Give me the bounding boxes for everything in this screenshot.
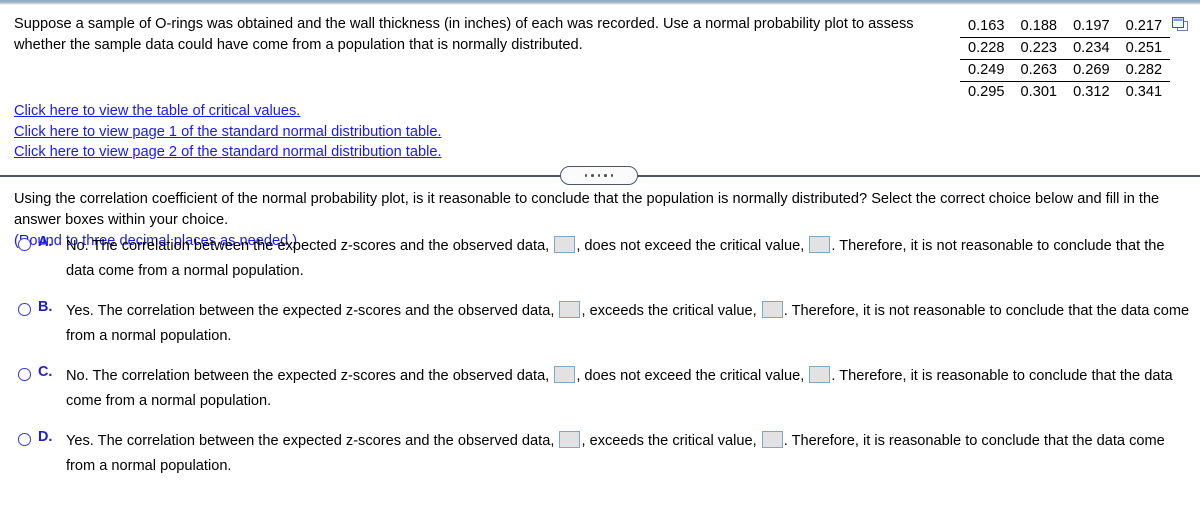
answer-input-critical-value[interactable] <box>809 236 831 253</box>
window-chrome-strip <box>0 0 1200 5</box>
choice-segment-2: , does not exceed the critical value, <box>576 238 805 254</box>
table-cell: 0.282 <box>1117 59 1171 82</box>
answer-input-critical-value[interactable] <box>761 301 783 318</box>
choice-text: Yes. The correlation between the expecte… <box>66 299 1194 349</box>
table-cell: 0.197 <box>1065 16 1118 38</box>
divider-dot <box>610 174 614 177</box>
divider-dot <box>584 174 588 177</box>
table-cell: 0.228 <box>960 37 1013 60</box>
table-cell: 0.301 <box>1020 84 1058 100</box>
radio-button-b[interactable] <box>18 303 31 316</box>
choice-letter: A. <box>38 234 53 250</box>
table-cell: 0.249 <box>960 59 1013 82</box>
choice-text: Yes. The correlation between the expecte… <box>66 429 1194 479</box>
link-normal-table-page-2[interactable]: Click here to view page 2 of the standar… <box>14 142 442 163</box>
table-cell: 0.234 <box>1065 37 1118 60</box>
choice-segment-1: No. The correlation between the expected… <box>66 368 550 384</box>
answer-choice-list: A. No. The correlation between the expect… <box>14 234 1194 494</box>
radio-button-d[interactable] <box>18 433 31 446</box>
choice-letter: C. <box>38 364 53 380</box>
choice-segment-1: Yes. The correlation between the expecte… <box>66 433 555 449</box>
choice-letter: D. <box>38 429 53 445</box>
answer-input-correlation[interactable] <box>559 431 581 448</box>
divider-ellipsis-button[interactable] <box>560 166 638 185</box>
choice-segment-1: Yes. The correlation between the expecte… <box>66 303 555 319</box>
choice-segment-2: , exceeds the critical value, <box>581 303 757 319</box>
answer-choice-b[interactable]: B. Yes. The correlation between the expec… <box>14 299 1194 349</box>
choice-segment-2: , does not exceed the critical value, <box>576 368 805 384</box>
table-cell: 0.312 <box>1073 84 1110 100</box>
table-row: 0.295 0.301 0.312 0.341 <box>960 82 1170 104</box>
divider-dot <box>597 174 601 177</box>
table-cell: 0.295 <box>968 84 1005 100</box>
answer-input-correlation[interactable] <box>559 301 581 318</box>
table-cell: 0.163 <box>960 16 1013 38</box>
link-critical-values-table[interactable]: Click here to view the table of critical… <box>14 101 300 122</box>
answer-input-correlation[interactable] <box>554 236 576 253</box>
answer-choice-d[interactable]: D. Yes. The correlation between the expec… <box>14 429 1194 479</box>
table-cell: 0.188 <box>1012 16 1066 38</box>
radio-button-c[interactable] <box>18 368 31 381</box>
answer-input-correlation[interactable] <box>554 366 576 383</box>
table-row: 0.228 0.223 0.234 0.251 <box>960 37 1171 60</box>
reference-links: Click here to view the table of critical… <box>14 101 442 163</box>
popout-window-icon[interactable] <box>1172 17 1189 32</box>
divider-dot <box>604 174 607 177</box>
table-cell: 0.223 <box>1012 37 1066 60</box>
question-text: Using the correlation coefficient of the… <box>14 191 1160 228</box>
section-divider <box>0 166 1200 186</box>
divider-dot <box>591 174 594 177</box>
answer-choice-c[interactable]: C. No. The correlation between the expect… <box>14 364 1194 414</box>
table-cell: 0.251 <box>1117 37 1171 60</box>
choice-text: No. The correlation between the expected… <box>66 234 1194 284</box>
link-normal-table-page-1[interactable]: Click here to view page 1 of the standar… <box>14 122 442 143</box>
table-row: 0.249 0.263 0.269 0.282 <box>960 59 1171 82</box>
table-cell: 0.263 <box>1012 59 1066 82</box>
choice-segment-2: , exceeds the critical value, <box>581 433 757 449</box>
problem-statement: Suppose a sample of O-rings was obtained… <box>14 16 914 53</box>
table-cell: 0.217 <box>1117 16 1171 38</box>
table-row: 0.163 0.188 0.197 0.217 <box>960 16 1171 38</box>
radio-button-a[interactable] <box>18 238 31 251</box>
choice-segment-1: No. The correlation between the expected… <box>66 238 550 254</box>
sample-data-table: 0.163 0.188 0.197 0.217 0.228 0.223 0.234 0.251… <box>960 16 1171 104</box>
answer-input-critical-value[interactable] <box>761 431 783 448</box>
table-cell: 0.341 <box>1125 84 1163 100</box>
choice-letter: B. <box>38 299 53 315</box>
choice-text: No. The correlation between the expected… <box>66 364 1194 414</box>
answer-input-critical-value[interactable] <box>809 366 831 383</box>
answer-choice-a[interactable]: A. No. The correlation between the expect… <box>14 234 1194 284</box>
table-cell: 0.269 <box>1065 59 1118 82</box>
